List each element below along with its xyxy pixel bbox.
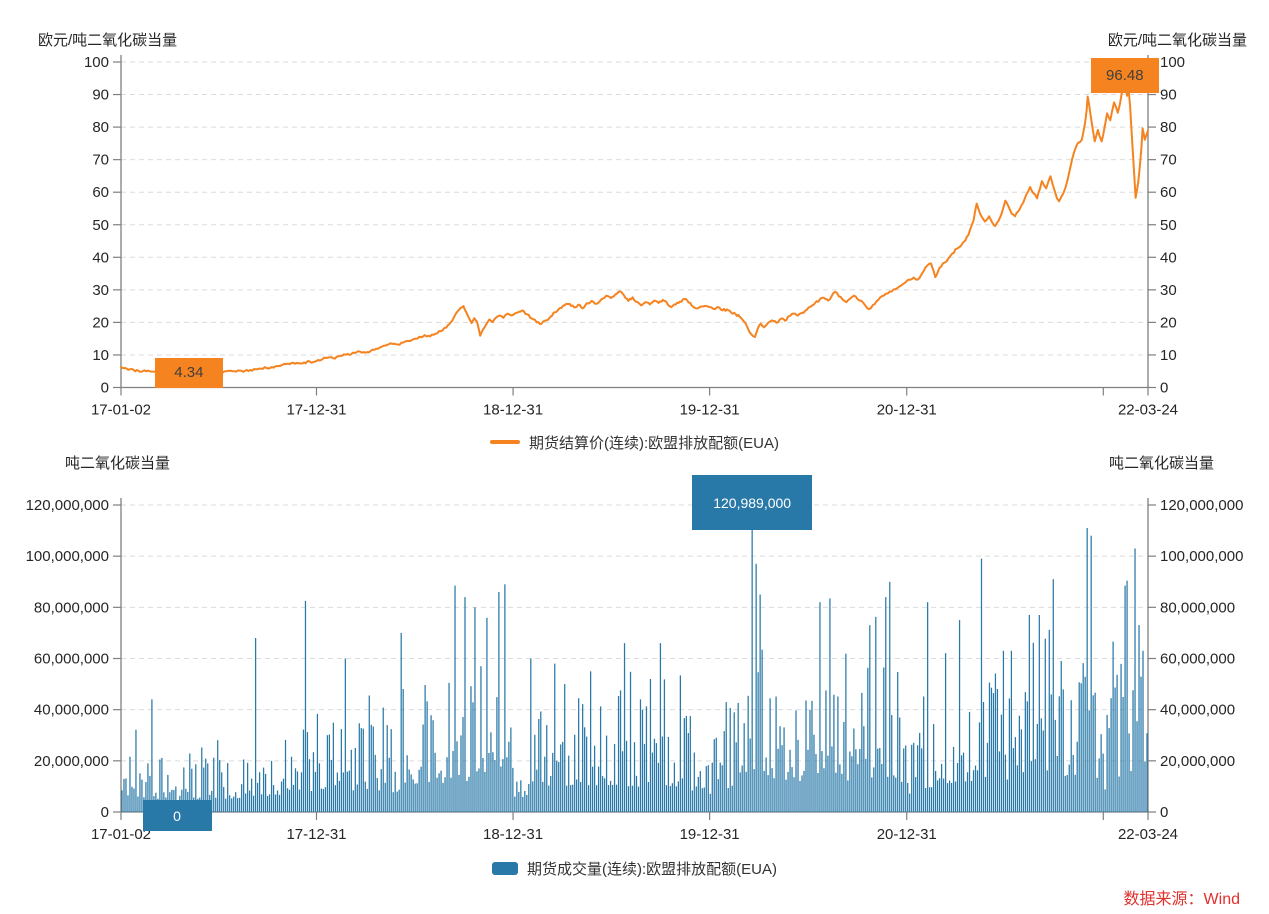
svg-text:40,000,000: 40,000,000: [1160, 702, 1235, 719]
svg-text:20-12-31: 20-12-31: [877, 826, 937, 843]
svg-text:120,000,000: 120,000,000: [26, 497, 109, 514]
volume-legend: 期货成交量(连续):欧盟排放配额(EUA): [0, 858, 1269, 878]
svg-text:50: 50: [92, 217, 109, 234]
svg-text:120,000,000: 120,000,000: [1160, 497, 1243, 514]
svg-text:100,000,000: 100,000,000: [1160, 548, 1243, 565]
svg-text:20: 20: [1160, 314, 1177, 331]
price-line-series: [121, 74, 1148, 375]
svg-text:80: 80: [92, 119, 109, 136]
charts-canvas: 0 0 10 10 20 20 30 30 40 40 50 50 60 60 70 70 80 80 90 90 10…: [0, 0, 1269, 914]
svg-text:18-12-31: 18-12-31: [483, 402, 543, 419]
volume-legend-label: 期货成交量(连续):欧盟排放配额(EUA): [527, 858, 777, 879]
svg-text:18-12-31: 18-12-31: [483, 826, 543, 843]
price-unit-label-left: 欧元/吨二氧化碳当量: [38, 29, 177, 50]
svg-text:19-12-31: 19-12-31: [680, 826, 740, 843]
svg-text:100: 100: [84, 54, 109, 71]
price-plot: 0 0 10 10 20 20 30 30 40 40 50 50 60 60 70 70 80 80 90 90 10…: [84, 54, 1185, 419]
volume-plot: 0 0 20,000,000 20,000,000 40,000,000 40,000,0…: [26, 497, 1244, 843]
svg-text:100: 100: [1160, 54, 1185, 71]
volume-max-value-label: 120,989,000: [692, 475, 812, 530]
svg-text:80: 80: [1160, 119, 1177, 136]
price-legend-label: 期货结算价(连续):欧盟排放配额(EUA): [529, 432, 779, 453]
svg-text:60,000,000: 60,000,000: [1160, 651, 1235, 668]
svg-text:17-12-31: 17-12-31: [286, 826, 346, 843]
svg-text:30: 30: [1160, 282, 1177, 299]
svg-text:20,000,000: 20,000,000: [34, 753, 109, 770]
volume-unit-label-left: 吨二氧化碳当量: [65, 452, 170, 473]
svg-text:100,000,000: 100,000,000: [26, 548, 109, 565]
data-source-label: 数据来源：Wind: [1124, 885, 1240, 909]
price-min-value-label: 4.34: [155, 358, 223, 388]
wind-dual-chart-export: 0 0 10 10 20 20 30 30 40 40 50 50 60 60 70 70 80 80 90 90 10…: [0, 0, 1269, 914]
svg-text:40,000,000: 40,000,000: [34, 702, 109, 719]
svg-text:70: 70: [92, 152, 109, 169]
svg-text:19-12-31: 19-12-31: [680, 402, 740, 419]
svg-text:0: 0: [1160, 804, 1168, 821]
svg-text:40: 40: [92, 249, 109, 266]
svg-text:60,000,000: 60,000,000: [34, 651, 109, 668]
svg-text:20-12-31: 20-12-31: [877, 402, 937, 419]
svg-text:10: 10: [92, 347, 109, 364]
svg-text:20: 20: [92, 314, 109, 331]
price-legend-line-swatch: [490, 440, 520, 444]
svg-text:80,000,000: 80,000,000: [1160, 599, 1235, 616]
svg-text:17-01-02: 17-01-02: [91, 402, 151, 419]
svg-text:60: 60: [92, 184, 109, 201]
svg-text:90: 90: [92, 87, 109, 104]
svg-text:80,000,000: 80,000,000: [34, 599, 109, 616]
svg-text:30: 30: [92, 282, 109, 299]
svg-text:10: 10: [1160, 347, 1177, 364]
svg-text:70: 70: [1160, 152, 1177, 169]
volume-bar-series: [121, 503, 1147, 813]
svg-text:0: 0: [101, 804, 109, 821]
svg-text:0: 0: [1160, 380, 1168, 397]
volume-min-value-label: 0: [143, 800, 212, 831]
svg-text:22-03-24: 22-03-24: [1118, 402, 1178, 419]
svg-text:50: 50: [1160, 217, 1177, 234]
svg-text:40: 40: [1160, 249, 1177, 266]
svg-text:22-03-24: 22-03-24: [1118, 826, 1178, 843]
svg-text:17-12-31: 17-12-31: [286, 402, 346, 419]
price-legend: 期货结算价(连续):欧盟排放配额(EUA): [0, 432, 1269, 452]
svg-text:90: 90: [1160, 87, 1177, 104]
price-max-value-label: 96.48: [1091, 58, 1159, 93]
svg-text:60: 60: [1160, 184, 1177, 201]
volume-unit-label-right: 吨二氧化碳当量: [1109, 452, 1214, 473]
volume-legend-bar-swatch: [492, 862, 518, 875]
price-unit-label-right: 欧元/吨二氧化碳当量: [1108, 29, 1247, 50]
svg-text:0: 0: [101, 380, 109, 397]
svg-text:20,000,000: 20,000,000: [1160, 753, 1235, 770]
